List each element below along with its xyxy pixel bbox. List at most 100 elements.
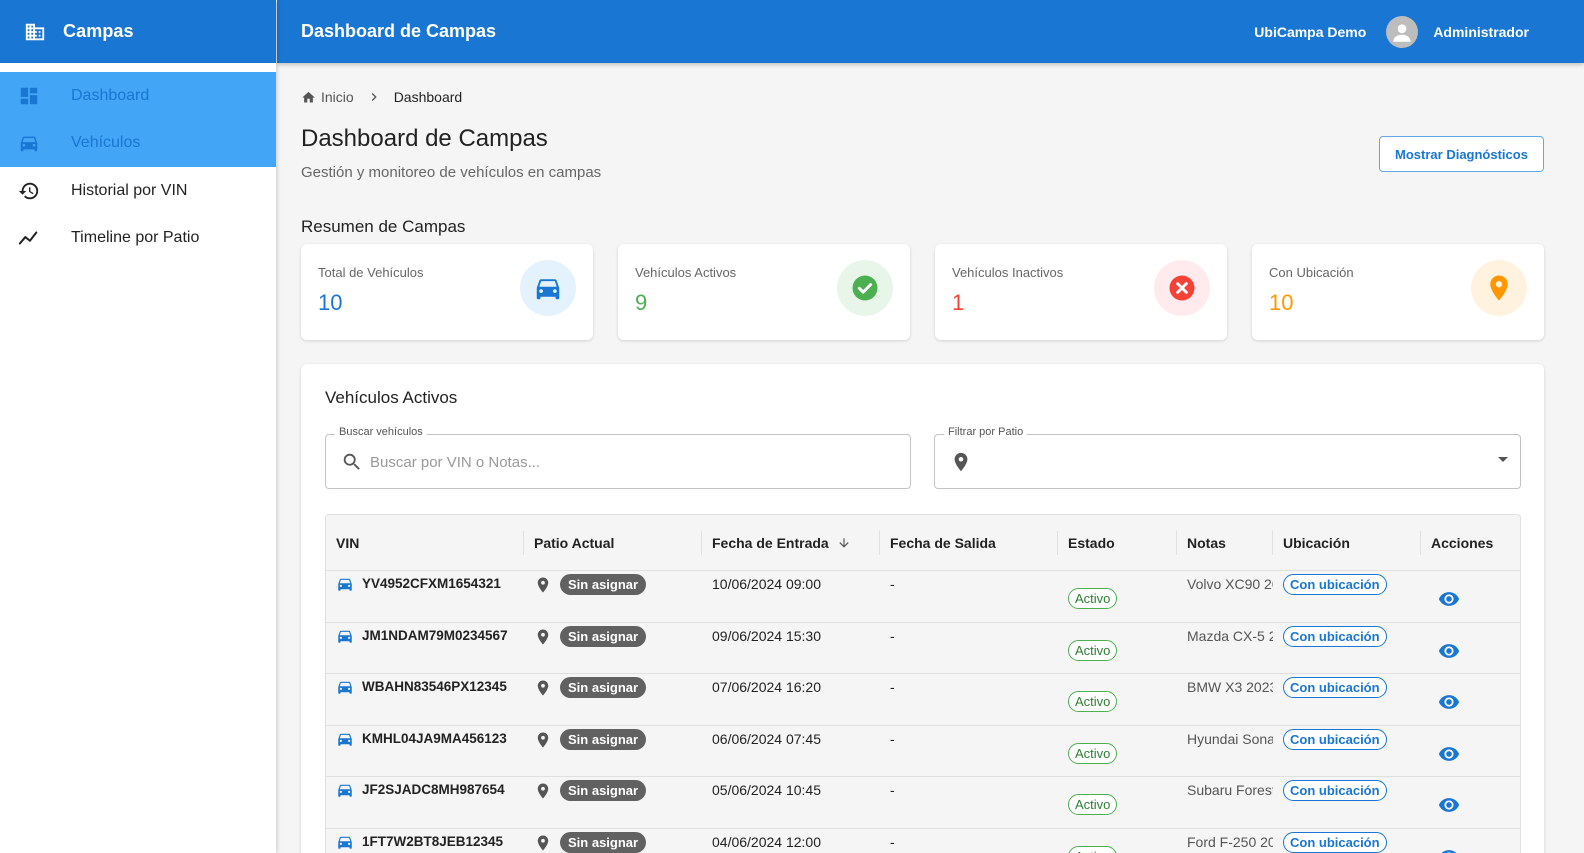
vin-cell: YV4952CFXM1654321 <box>326 571 524 623</box>
show-diagnostics-button[interactable]: Mostrar Diagnósticos <box>1379 136 1544 172</box>
sidebar-item-dashboard[interactable]: Dashboard <box>0 72 276 120</box>
sidebar: Campas Dashboard Vehículos Historial por… <box>0 0 276 853</box>
ubicacion-cell: Con ubicación <box>1273 623 1421 675</box>
check-circle-icon <box>837 260 893 316</box>
fecha-salida-cell: - <box>890 833 895 850</box>
eye-icon[interactable] <box>1438 588 1460 610</box>
app-bar-title: Dashboard de Campas <box>301 21 497 41</box>
location-chip[interactable]: Con ubicación <box>1283 780 1387 801</box>
location-chip[interactable]: Con ubicación <box>1283 574 1387 595</box>
location-chip[interactable]: Con ubicación <box>1283 831 1387 853</box>
search-input[interactable] <box>370 450 890 474</box>
fecha-entrada-cell: 04/06/2024 12:00 <box>712 833 821 850</box>
breadcrumb-home[interactable]: Inicio <box>321 89 354 105</box>
card-value: 9 <box>635 290 648 315</box>
acciones-cell <box>1421 726 1520 778</box>
column-header-notas[interactable]: Notas <box>1177 515 1273 571</box>
sidebar-item-label: Historial por VIN <box>71 181 188 199</box>
location-pin-icon <box>537 680 549 696</box>
column-header-acciones[interactable]: Acciones <box>1421 515 1520 571</box>
patio-chip: Sin asignar <box>560 780 647 801</box>
sidebar-item-timeline[interactable]: Timeline por Patio <box>0 215 276 263</box>
building-icon <box>25 23 45 40</box>
column-header-ubicacion[interactable]: Ubicación <box>1273 515 1421 571</box>
user-icon <box>1393 23 1411 42</box>
eye-icon[interactable] <box>1438 846 1460 853</box>
eye-icon[interactable] <box>1438 640 1460 662</box>
fecha-salida-cell: - <box>890 782 895 798</box>
location-chip[interactable]: Con ubicación <box>1283 728 1387 750</box>
search-field[interactable]: Buscar vehículos <box>325 426 911 489</box>
fecha-entrada-cell: 10/06/2024 09:00 <box>712 576 821 592</box>
vin-text: YV4952CFXM1654321 <box>362 576 501 591</box>
card-label: Total de Vehículos <box>318 265 424 280</box>
card-value: 1 <box>952 290 965 315</box>
eye-icon[interactable] <box>1438 743 1460 765</box>
patio-chip: Sin asignar <box>560 625 647 647</box>
card-label: Con Ubicación <box>1269 265 1354 280</box>
location-pin-icon <box>537 783 549 799</box>
estado-cell: Activo <box>1058 777 1177 829</box>
card-value: 10 <box>1269 290 1294 315</box>
timeline-icon <box>18 227 40 249</box>
arrow-down-icon[interactable] <box>837 536 851 550</box>
eye-icon[interactable] <box>1438 691 1460 713</box>
sidebar-item-historial[interactable]: Historial por VIN <box>0 167 276 215</box>
vin-cell: KMHL04JA9MA456123 <box>326 726 524 778</box>
location-chip[interactable]: Con ubicación <box>1283 677 1387 698</box>
location-pin-icon <box>537 577 549 593</box>
fecha-salida-cell: - <box>890 679 895 695</box>
fecha-entrada-cell: 09/06/2024 15:30 <box>712 627 821 644</box>
dashboard-icon <box>18 85 40 107</box>
column-header-fecha-entrada[interactable]: Fecha de Entrada <box>702 515 880 571</box>
patio-chip: Sin asignar <box>560 831 647 853</box>
fecha-entrada-cell: 06/06/2024 07:45 <box>712 730 821 747</box>
patio-cell: Sin asignar <box>524 571 702 623</box>
location-pin-icon <box>1471 260 1527 316</box>
status-badge: Activo <box>1068 691 1118 712</box>
sidebar-nav: Dashboard Vehículos Historial por VIN Ti… <box>0 72 276 262</box>
car-icon <box>338 784 352 797</box>
column-header-estado[interactable]: Estado <box>1058 515 1177 571</box>
status-badge: Activo <box>1068 742 1118 764</box>
card-total-vehiculos: Total de Vehículos 10 <box>301 244 593 340</box>
breadcrumb-current: Dashboard <box>393 89 463 105</box>
table-header: VIN Patio Actual Fecha de Entrada Fecha … <box>326 515 1520 571</box>
status-badge: Activo <box>1068 639 1118 661</box>
location-pin-icon <box>954 452 968 472</box>
avatar[interactable] <box>1386 15 1419 48</box>
sidebar-item-label: Vehículos <box>71 134 141 152</box>
patio-filter-select[interactable]: Filtrar por Patio <box>934 426 1521 489</box>
column-header-fecha-salida[interactable]: Fecha de Salida <box>880 515 1058 571</box>
card-value: 10 <box>318 290 343 315</box>
notas-cell: Hyundai Sonata <box>1187 730 1273 747</box>
vin-cell: WBAHN83546PX12345 <box>326 674 524 726</box>
table-row[interactable]: KMHL04JA9MA456123 Sin asignar 06/06/2024… <box>326 726 1520 778</box>
chevron-right-icon <box>366 89 382 105</box>
user-name[interactable]: Administrador <box>1433 24 1529 40</box>
app-bar: Dashboard de Campas UbiCampa Demo Admini… <box>277 0 1584 63</box>
column-label: VIN <box>336 535 360 551</box>
ubicacion-cell: Con ubicación <box>1273 777 1421 829</box>
eye-icon[interactable] <box>1438 794 1460 816</box>
patio-chip: Sin asignar <box>560 677 647 698</box>
fecha-entrada-cell: 07/06/2024 16:20 <box>712 679 821 695</box>
estado-cell: Activo <box>1058 829 1177 853</box>
search-icon <box>343 453 360 470</box>
table-row[interactable]: 1FT7W2BT8JEB12345 Sin asignar 04/06/2024… <box>326 829 1520 853</box>
estado-cell: Activo <box>1058 623 1177 675</box>
table-row[interactable]: YV4952CFXM1654321 Sin asignar 10/06/2024… <box>326 571 1520 623</box>
dropdown-arrow-icon[interactable] <box>1498 457 1508 462</box>
column-header-vin[interactable]: VIN <box>326 515 524 571</box>
estado-cell: Activo <box>1058 571 1177 623</box>
table-row[interactable]: JF2SJADC8MH987654 Sin asignar 05/06/2024… <box>326 777 1520 829</box>
location-chip[interactable]: Con ubicación <box>1283 625 1387 647</box>
column-header-patio[interactable]: Patio Actual <box>524 515 702 571</box>
sidebar-item-vehiculos[interactable]: Vehículos <box>0 119 276 167</box>
fecha-entrada-cell: 05/06/2024 10:45 <box>712 782 821 798</box>
card-vehiculos-activos: Vehículos Activos 9 <box>618 244 910 340</box>
estado-cell: Activo <box>1058 726 1177 778</box>
table-row[interactable]: WBAHN83546PX12345 Sin asignar 07/06/2024… <box>326 674 1520 726</box>
status-badge: Activo <box>1068 794 1118 815</box>
table-row[interactable]: JM1NDAM79M0234567 Sin asignar 09/06/2024… <box>326 623 1520 675</box>
